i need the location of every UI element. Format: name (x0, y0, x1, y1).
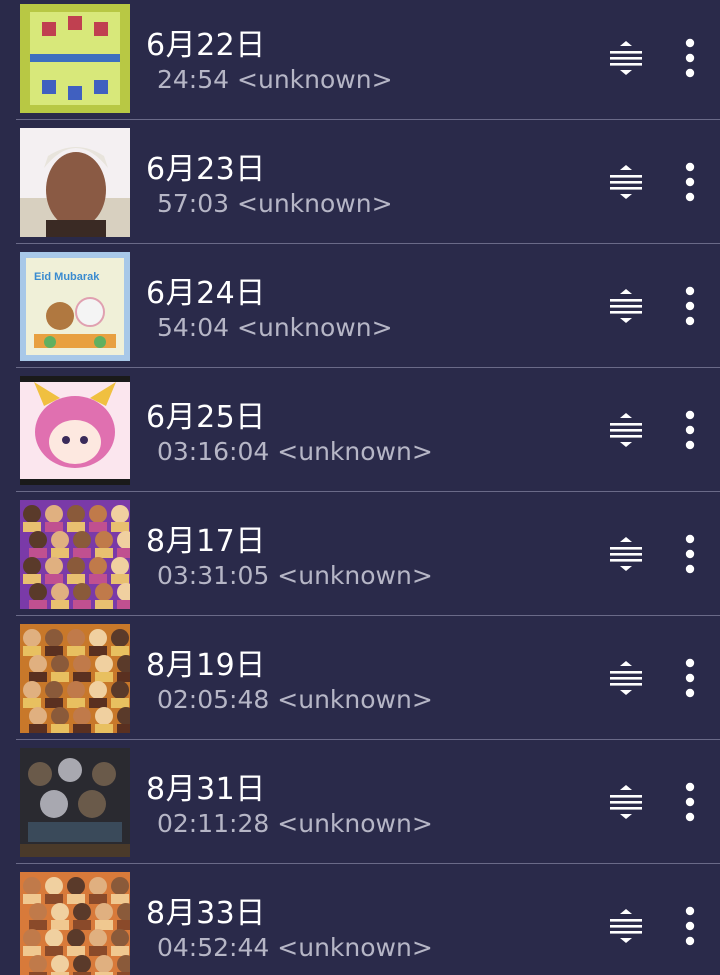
item-duration: 02:11:28 (157, 809, 270, 838)
item-subtitle: 54:04 <unknown> (157, 313, 393, 342)
thumbnail-text: Eid Mubarak (34, 271, 100, 283)
more-vertical-icon[interactable] (670, 656, 710, 700)
list-item[interactable]: 8月17日 03:31:05 <unknown> (0, 496, 720, 620)
item-duration: 54:04 (157, 313, 230, 342)
list-item[interactable]: 8月19日 02:05:48 <unknown> (0, 620, 720, 744)
item-artist: <unknown> (237, 313, 393, 342)
item-subtitle: 03:31:05 <unknown> (157, 561, 433, 590)
drag-handle-icon[interactable] (606, 410, 646, 450)
thumbnail-image (20, 500, 130, 609)
row-divider (16, 367, 720, 368)
thumbnail-image (20, 872, 130, 975)
drag-handle-icon[interactable] (606, 38, 646, 78)
item-title: 6月24日 (146, 276, 266, 311)
more-vertical-icon[interactable] (670, 36, 710, 80)
more-vertical-icon[interactable] (670, 780, 710, 824)
item-title: 6月25日 (146, 400, 266, 435)
item-subtitle: 03:16:04 <unknown> (157, 437, 433, 466)
item-duration: 03:16:04 (157, 437, 270, 466)
item-title: 8月33日 (146, 896, 266, 931)
list-item[interactable]: 8月33日 04:52:44 <unknown> (0, 868, 720, 975)
drag-handle-icon[interactable] (606, 906, 646, 946)
item-duration: 02:05:48 (157, 685, 270, 714)
list-item[interactable]: 6月25日 03:16:04 <unknown> (0, 372, 720, 496)
item-duration: 24:54 (157, 65, 230, 94)
item-artist: <unknown> (277, 437, 433, 466)
thumbnail-image (20, 4, 130, 113)
row-divider (16, 615, 720, 616)
row-divider (16, 863, 720, 864)
more-vertical-icon[interactable] (670, 532, 710, 576)
thumbnail-image (20, 128, 130, 237)
thumbnail-image (20, 624, 130, 733)
item-title: 6月22日 (146, 28, 266, 63)
drag-handle-icon[interactable] (606, 782, 646, 822)
more-vertical-icon[interactable] (670, 408, 710, 452)
row-divider (16, 739, 720, 740)
item-subtitle: 57:03 <unknown> (157, 189, 393, 218)
item-artist: <unknown> (277, 809, 433, 838)
item-artist: <unknown> (277, 561, 433, 590)
more-vertical-icon[interactable] (670, 904, 710, 948)
thumbnail-image (20, 748, 130, 857)
item-subtitle: 24:54 <unknown> (157, 65, 393, 94)
item-artist: <unknown> (237, 65, 393, 94)
item-artist: <unknown> (277, 685, 433, 714)
item-artist: <unknown> (277, 933, 433, 962)
playlist: 6月22日 24:54 <unknown> 6月23日 57:03 <unknown> … (0, 0, 720, 975)
item-duration: 03:31:05 (157, 561, 270, 590)
drag-handle-icon[interactable] (606, 162, 646, 202)
item-title: 8月17日 (146, 524, 266, 559)
row-divider (16, 243, 720, 244)
item-duration: 57:03 (157, 189, 230, 218)
list-item[interactable]: Eid Mubarak 6月24日 54:04 <unknown> (0, 248, 720, 372)
item-duration: 04:52:44 (157, 933, 270, 962)
row-divider (16, 119, 720, 120)
item-subtitle: 02:05:48 <unknown> (157, 685, 433, 714)
list-item[interactable]: 6月23日 57:03 <unknown> (0, 124, 720, 248)
more-vertical-icon[interactable] (670, 284, 710, 328)
item-title: 8月19日 (146, 648, 266, 683)
item-artist: <unknown> (237, 189, 393, 218)
list-item[interactable]: 8月31日 02:11:28 <unknown> (0, 744, 720, 868)
list-item[interactable]: 6月22日 24:54 <unknown> (0, 0, 720, 124)
drag-handle-icon[interactable] (606, 658, 646, 698)
row-divider (16, 491, 720, 492)
thumbnail-image (20, 376, 130, 485)
drag-handle-icon[interactable] (606, 534, 646, 574)
drag-handle-icon[interactable] (606, 286, 646, 326)
thumbnail-image: Eid Mubarak (20, 252, 130, 361)
item-subtitle: 04:52:44 <unknown> (157, 933, 433, 962)
item-title: 6月23日 (146, 152, 266, 187)
more-vertical-icon[interactable] (670, 160, 710, 204)
item-subtitle: 02:11:28 <unknown> (157, 809, 433, 838)
item-title: 8月31日 (146, 772, 266, 807)
